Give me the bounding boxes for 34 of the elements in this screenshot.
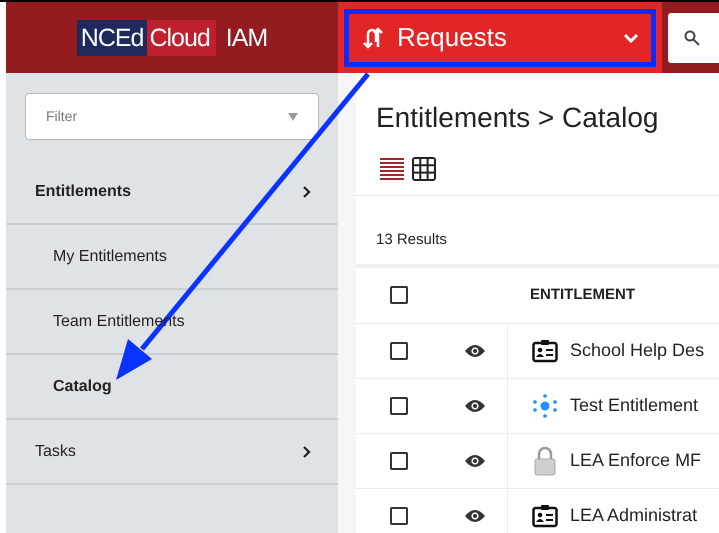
network-icon (532, 392, 558, 418)
filter-dropdown[interactable]: Filter (25, 93, 319, 140)
logo-text: NCEd (76, 20, 148, 56)
page-title: Entitlements > Catalog (375, 101, 660, 135)
eye-icon[interactable] (464, 344, 486, 358)
list-view-icon[interactable] (380, 158, 404, 180)
entitlement-name[interactable]: LEA Administrat (570, 502, 698, 529)
dropdown-triangle-icon (288, 112, 298, 120)
entitlement-name[interactable]: Test Entitlement (570, 392, 698, 419)
checkbox[interactable] (390, 286, 408, 304)
chevron-right-icon (302, 184, 311, 198)
checkbox[interactable] (390, 452, 408, 470)
requests-menu-button[interactable]: Requests (344, 8, 656, 66)
eye-icon[interactable] (464, 454, 486, 468)
eye-icon[interactable] (464, 398, 486, 412)
id-card-icon (532, 338, 558, 362)
chevron-right-icon (302, 444, 311, 458)
entitlement-name[interactable]: LEA Enforce MF (570, 447, 702, 474)
eye-icon[interactable] (464, 508, 486, 522)
checkbox[interactable] (390, 506, 408, 524)
chevron-down-icon (623, 32, 639, 44)
grid-view-icon[interactable] (412, 157, 436, 181)
entitlement-name[interactable]: School Help Des (570, 337, 704, 364)
search-icon (684, 30, 700, 46)
column-header[interactable]: ENTITLEMENT (508, 284, 635, 306)
logo-text: IAM (224, 22, 268, 54)
results-count: 13 Results (375, 230, 448, 250)
logo-text: Cloud (147, 20, 216, 56)
padlock-icon (532, 446, 558, 476)
search-field[interactable] (668, 12, 719, 62)
checkbox[interactable] (390, 396, 408, 414)
id-card-icon (532, 504, 558, 528)
swap-arrows-icon (361, 26, 385, 50)
checkbox[interactable] (390, 342, 408, 360)
